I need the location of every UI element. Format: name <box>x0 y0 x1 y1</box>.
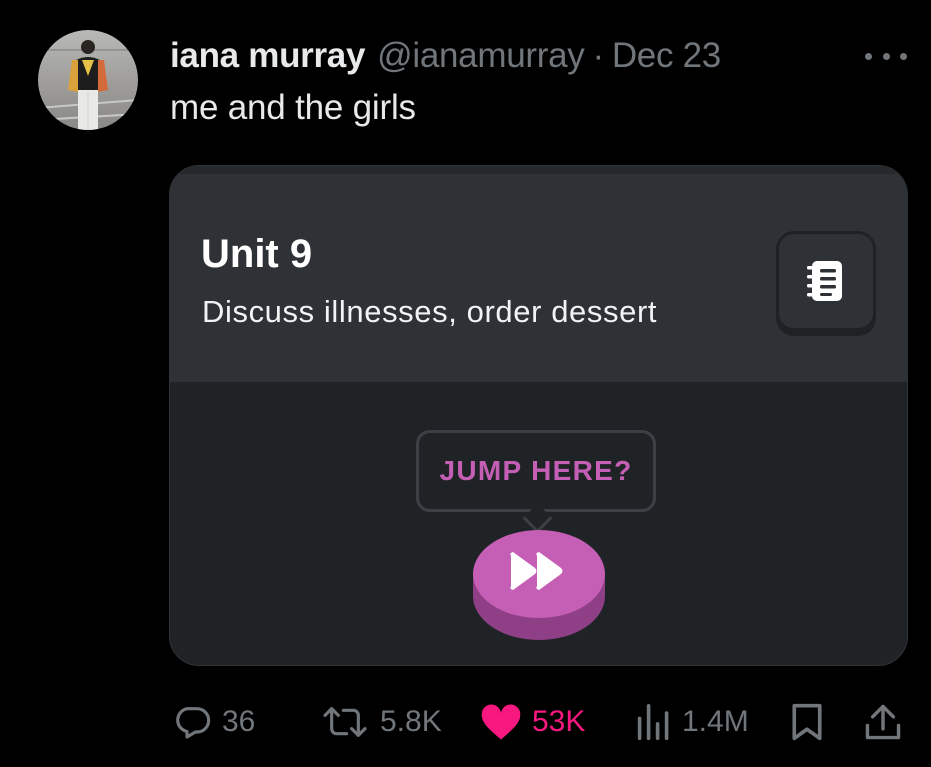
unit-title: Unit 9 <box>201 232 313 276</box>
jump-here-button <box>473 530 605 640</box>
author-name[interactable]: iana murray <box>170 36 365 76</box>
share-button[interactable] <box>864 692 902 752</box>
avatar[interactable] <box>38 30 138 130</box>
action-bar: 36 5.8K 53K 1.4M <box>0 692 931 752</box>
repost-button[interactable]: 5.8K <box>320 692 442 752</box>
notebook-icon <box>807 261 842 301</box>
separator: · <box>592 36 604 75</box>
tweet-date[interactable]: Dec 23 <box>612 36 721 76</box>
like-button[interactable]: 53K <box>480 692 585 752</box>
heart-icon <box>481 704 521 740</box>
repost-icon <box>323 707 367 737</box>
views-icon <box>637 704 669 740</box>
bookmark-icon <box>792 703 822 741</box>
views-button[interactable]: 1.4M <box>636 692 749 752</box>
tweet-text: me and the girls <box>170 88 416 127</box>
bookmark-button[interactable] <box>790 692 824 752</box>
reply-icon <box>176 707 211 739</box>
jump-here-tooltip: JUMP HERE? <box>416 430 656 512</box>
tweet-header: iana murray @ianamurray · Dec 23 <box>170 32 721 80</box>
reply-count: 36 <box>222 705 256 738</box>
guidebook-button <box>776 231 876 331</box>
like-count: 53K <box>532 705 586 738</box>
media-image[interactable]: Unit 9 Discuss illnesses, order dessert … <box>169 165 908 666</box>
author-handle[interactable]: @ianamurray <box>377 36 585 76</box>
tweet: iana murray @ianamurray · Dec 23 me and … <box>0 0 931 767</box>
unit-subtitle: Discuss illnesses, order dessert <box>202 294 658 329</box>
repost-count: 5.8K <box>380 705 442 738</box>
views-count: 1.4M <box>682 705 749 738</box>
unit-header: Unit 9 Discuss illnesses, order dessert <box>170 166 907 382</box>
share-icon <box>865 704 901 740</box>
more-options-icon[interactable] <box>863 42 909 70</box>
reply-button[interactable]: 36 <box>172 692 255 752</box>
